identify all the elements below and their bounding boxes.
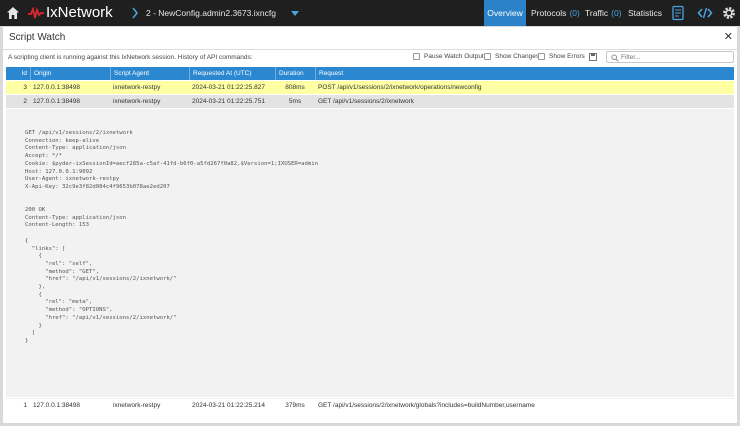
cell-requested-at: 2024-03-21 01:22:25.827 — [192, 84, 266, 91]
cell-origin: 127.0.0.1:38498 — [33, 402, 80, 409]
show-errors-checkbox[interactable]: Show Errors — [538, 53, 585, 60]
search-icon — [611, 54, 619, 62]
col-duration[interactable]: Duration — [275, 67, 315, 80]
info-text: A scripting client is running against th… — [8, 54, 253, 61]
cell-script-agent: ixnetwork-restpy — [113, 402, 161, 409]
tab-protocols[interactable]: Protocols (0) — [531, 0, 580, 26]
cell-duration: 5ms — [288, 98, 302, 105]
checkbox-box[interactable] — [484, 53, 491, 60]
tab-traffic-label: Traffic — [585, 8, 609, 18]
cell-id: 2 — [23, 98, 27, 105]
cell-origin: 127.0.0.1:38498 — [33, 84, 80, 91]
cell-id: 1 — [23, 402, 27, 409]
table-header: Id Origin Script Agent Requested At (UTC… — [6, 67, 734, 80]
table-row[interactable]: 2 127.0.0.1:38498 ixnetwork-restpy 2024-… — [6, 95, 734, 108]
cell-id: 3 — [23, 84, 27, 91]
cell-duration: 808ms — [285, 84, 305, 91]
table-row[interactable]: 1 127.0.0.1:38498 ixnetwork-restpy 2024-… — [6, 398, 734, 412]
cell-request: GET /api/v1/sessions/2/ixnetwork/globals… — [318, 402, 535, 409]
col-request[interactable]: Request — [315, 67, 734, 80]
gear-icon[interactable] — [721, 5, 737, 21]
chevron-right-icon — [132, 7, 139, 19]
home-icon[interactable] — [6, 6, 20, 20]
pause-watch-checkbox[interactable]: Pause Watch Output — [413, 53, 484, 60]
cell-origin: 127.0.0.1:38498 — [33, 98, 80, 105]
dialog-title: Script Watch — [9, 32, 66, 43]
col-id[interactable]: Id — [6, 67, 30, 80]
tab-traffic-count: (0) — [611, 8, 622, 18]
cell-script-agent: ixnetwork-restpy — [113, 84, 161, 91]
table-row[interactable]: 3 127.0.0.1:38498 ixnetwork-restpy 2024-… — [6, 81, 734, 94]
close-icon[interactable]: ✕ — [724, 30, 733, 43]
top-bar: IxNetwork 2 - NewConfig.admin2.3673.ixnc… — [0, 0, 740, 26]
app-name: IxNetwork — [46, 4, 113, 21]
ixia-logo-icon — [28, 7, 44, 19]
filter-box[interactable] — [606, 51, 734, 63]
request-detail-pane: GET /api/v1/sessions/2/ixnetwork Connect… — [6, 109, 734, 397]
tab-overview-label: Overview — [487, 8, 523, 18]
tab-overview[interactable]: Overview — [484, 0, 526, 26]
config-name[interactable]: 2 - NewConfig.admin2.3673.ixncfg — [146, 8, 276, 18]
tab-traffic[interactable]: Traffic (0) — [585, 0, 622, 26]
cell-requested-at: 2024-03-21 01:22:25.214 — [192, 402, 266, 409]
chevron-down-icon[interactable] — [291, 11, 299, 16]
dialog-title-bar: Script Watch ✕ — [3, 27, 737, 50]
request-detail-text: GET /api/v1/sessions/2/ixnetwork Connect… — [25, 130, 318, 344]
tab-statistics[interactable]: Statistics — [628, 0, 662, 26]
col-origin[interactable]: Origin — [30, 67, 110, 80]
tab-protocols-label: Protocols — [531, 8, 567, 18]
tab-protocols-count: (0) — [569, 8, 580, 18]
script-document-icon[interactable] — [670, 5, 686, 21]
checkbox-box[interactable] — [413, 53, 420, 60]
cell-request: GET /api/v1/sessions/2/ixnetwork — [318, 98, 414, 105]
code-icon[interactable] — [697, 5, 713, 21]
show-changes-label: Show Changes — [495, 53, 540, 60]
cell-duration: 379ms — [285, 402, 305, 409]
col-script-agent[interactable]: Script Agent — [110, 67, 189, 80]
save-icon[interactable] — [589, 53, 597, 61]
cell-request: POST /api/v1/sessions/2/ixnetwork/operat… — [318, 84, 482, 91]
filter-input[interactable] — [621, 52, 731, 62]
pause-watch-label: Pause Watch Output — [424, 53, 484, 60]
col-requested-at[interactable]: Requested At (UTC) — [189, 67, 275, 80]
tab-statistics-label: Statistics — [628, 8, 663, 18]
checkbox-box[interactable] — [538, 53, 545, 60]
script-watch-panel: A scripting client is running against th… — [3, 50, 737, 423]
cell-requested-at: 2024-03-21 01:22:25.751 — [192, 98, 266, 105]
show-errors-label: Show Errors — [549, 53, 585, 60]
cell-script-agent: ixnetwork-restpy — [113, 98, 161, 105]
show-changes-checkbox[interactable]: Show Changes — [484, 53, 539, 60]
